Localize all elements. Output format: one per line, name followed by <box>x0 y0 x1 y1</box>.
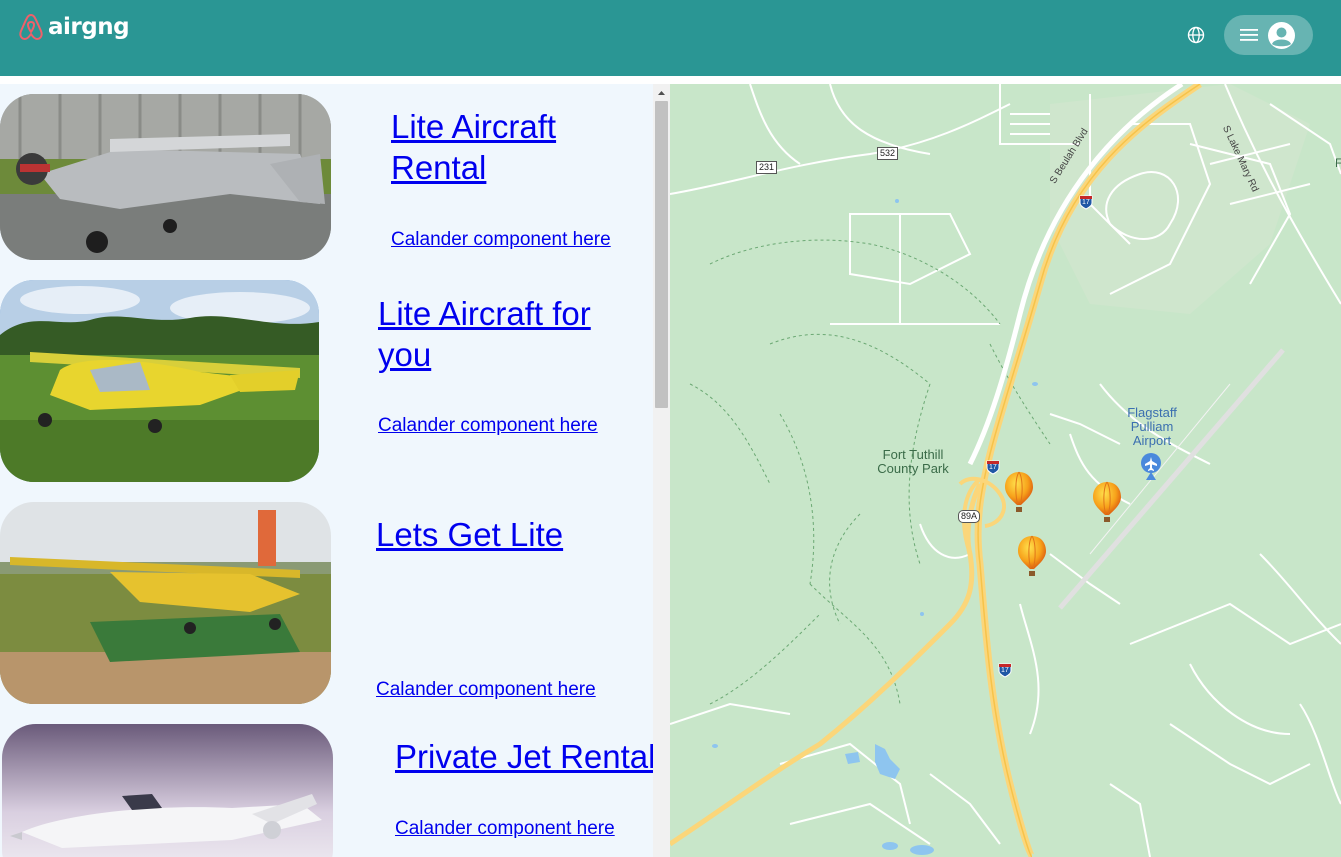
yellow-ultralight-aircraft-photo <box>0 280 319 482</box>
listing-calendar-link[interactable]: Calander component here <box>378 415 598 437</box>
user-avatar-icon <box>1268 22 1295 49</box>
listing-card: Lite Aircraft Rental Calander component … <box>0 84 653 264</box>
white-private-jet-photo <box>2 724 333 857</box>
route-231-shield: 231 <box>756 161 778 174</box>
hot-air-balloon-marker-icon[interactable] <box>1016 534 1048 580</box>
airbnb-logo-icon <box>19 14 43 40</box>
listing-title[interactable]: Private Jet Rental <box>395 736 653 777</box>
flagstaff-airport-label: Flagstaff Pulliam Airport <box>1127 405 1177 448</box>
listing-image[interactable] <box>0 502 331 704</box>
map-view[interactable]: 231 532 S Beulah Blvd S Lake Mary Rd F 1… <box>670 84 1341 857</box>
yellow-high-wing-aircraft-photo <box>0 502 331 704</box>
brand-logo[interactable]: airgng <box>18 13 130 41</box>
listing-calendar-link[interactable]: Calander component here <box>391 229 611 251</box>
listing-image[interactable] <box>2 724 333 857</box>
listing-title[interactable]: Lite Aircraft for you <box>378 293 628 375</box>
listings-scrollbar[interactable] <box>653 84 670 857</box>
header-divider <box>0 76 1341 84</box>
listing-card: Lets Get Lite Calander component here <box>0 498 653 708</box>
hot-air-balloon-marker-icon[interactable] <box>1003 470 1035 516</box>
brand-name: airgng <box>48 14 130 40</box>
silver-light-aircraft-photo <box>0 94 331 260</box>
hot-air-balloon-marker-icon[interactable] <box>1091 480 1123 526</box>
hamburger-menu-icon <box>1240 29 1258 41</box>
listings-panel: Lite Aircraft Rental Calander component … <box>0 84 653 857</box>
partial-map-label: F <box>1335 156 1341 170</box>
scrollbar-thumb[interactable] <box>655 101 668 408</box>
listing-card: Private Jet Rental Calander component he… <box>0 720 653 857</box>
listing-card: Lite Aircraft for you Calander component… <box>0 274 653 484</box>
i17-label-mid: 17 <box>989 464 997 471</box>
listing-calendar-link[interactable]: Calander component here <box>376 679 596 701</box>
i17-label-north: 17 <box>1082 199 1090 206</box>
scroll-up-arrow-icon[interactable] <box>653 88 670 98</box>
listing-title[interactable]: Lite Aircraft Rental <box>391 106 631 188</box>
route-532-shield: 532 <box>877 147 899 160</box>
listing-image[interactable] <box>0 280 319 482</box>
route-89a-shield: 89A <box>958 510 981 523</box>
user-menu-button[interactable] <box>1224 15 1313 55</box>
listing-image[interactable] <box>0 94 331 260</box>
fort-tuthill-park-label: Fort Tuthill County Park <box>877 447 949 476</box>
top-header: airgng <box>0 0 1341 76</box>
i17-label-south: 17 <box>1001 667 1009 674</box>
globe-icon[interactable] <box>1187 26 1205 44</box>
listing-title[interactable]: Lets Get Lite <box>376 514 636 555</box>
listing-calendar-link[interactable]: Calander component here <box>395 818 615 840</box>
